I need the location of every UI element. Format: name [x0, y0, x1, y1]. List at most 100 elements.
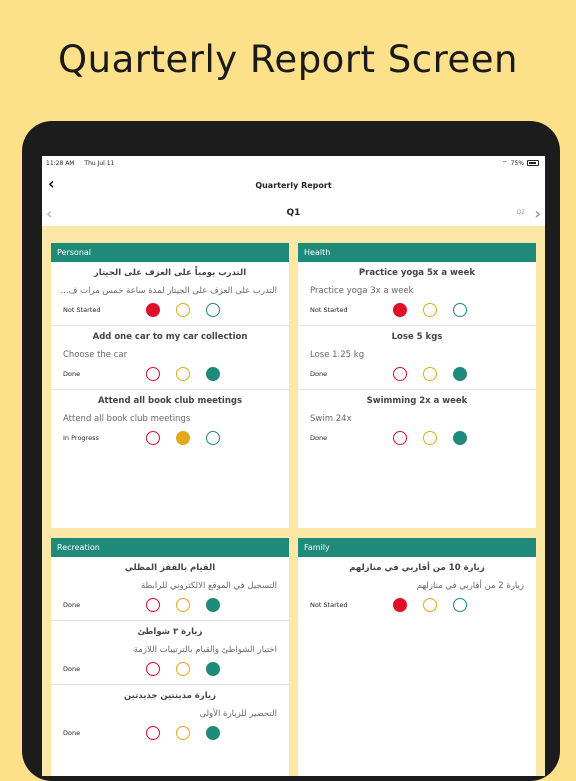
- done-dot[interactable]: [453, 303, 467, 317]
- goal-subtask: اختيار الشواطئ والقيام بالترتيبات اللازم…: [133, 645, 277, 655]
- panel-header: Recreation: [51, 538, 289, 557]
- done-dot[interactable]: [206, 598, 220, 612]
- goal-item[interactable]: القيام بالقفز المظلي التسجيل في الموقع ال…: [51, 557, 289, 621]
- goal-status-row: Done: [51, 660, 289, 678]
- panel-personal: Personal التدرب يومياً على العزف على الجي…: [51, 243, 289, 528]
- goal-title: زيارة مدينتين جديدتين: [124, 691, 216, 701]
- tablet-side-button-1: [554, 160, 560, 180]
- prev-quarter-icon[interactable]: ‹: [46, 204, 53, 223]
- headline: Quarterly Report Screen: [58, 38, 518, 81]
- goal-status-row: Not Started: [298, 596, 536, 614]
- in-progress-dot[interactable]: [423, 431, 437, 445]
- not-started-dot[interactable]: [393, 367, 407, 381]
- status-label: Done: [310, 434, 328, 442]
- goal-item[interactable]: Practice yoga 5x a week Practice yoga 3x …: [298, 262, 536, 326]
- current-quarter: Q1: [286, 208, 301, 218]
- goal-subtask: Attend all book club meetings: [63, 414, 191, 424]
- goal-status-row: Done: [298, 365, 536, 383]
- in-progress-dot[interactable]: [423, 303, 437, 317]
- status-date: Thu Jul 11: [84, 159, 115, 167]
- panel-header: Family: [298, 538, 536, 557]
- not-started-dot[interactable]: [146, 303, 160, 317]
- in-progress-dot[interactable]: [176, 367, 190, 381]
- goal-title: Practice yoga 5x a week: [358, 268, 476, 278]
- status-label: Not Started: [310, 306, 348, 314]
- status-label: In Progress: [63, 434, 99, 442]
- not-started-dot[interactable]: [146, 598, 160, 612]
- not-started-dot[interactable]: [146, 662, 160, 676]
- goal-title: Add one car to my car collection: [92, 332, 248, 342]
- tablet-side-button-2: [554, 186, 560, 206]
- page-title: Quarterly Report: [255, 180, 332, 190]
- goal-status-row: Done: [51, 724, 289, 742]
- in-progress-dot[interactable]: [423, 367, 437, 381]
- panel-header: Personal: [51, 243, 289, 262]
- goal-item[interactable]: زيارة 10 من أقاربي في منازلهم زيارة 2 من …: [298, 557, 536, 620]
- done-dot[interactable]: [206, 367, 220, 381]
- goal-status-row: Done: [298, 429, 536, 447]
- back-icon[interactable]: ‹: [48, 176, 55, 192]
- goal-status-row: In Progress: [51, 429, 289, 447]
- status-label: Not Started: [310, 601, 348, 609]
- not-started-dot[interactable]: [393, 431, 407, 445]
- goal-title: زيارة ٣ شواطئ: [137, 627, 203, 637]
- status-label: Done: [63, 601, 81, 609]
- goal-subtask: Choose the car: [63, 350, 128, 360]
- goal-status-row: Done: [51, 596, 289, 614]
- status-bar: 11:28 AM Thu Jul 11 ⌔ 75%: [42, 156, 545, 170]
- status-label: Not Started: [63, 306, 101, 314]
- goal-item[interactable]: التدرب يومياً على العزف على الجيتار التدر…: [51, 262, 289, 326]
- done-dot[interactable]: [453, 598, 467, 612]
- done-dot[interactable]: [206, 662, 220, 676]
- not-started-dot[interactable]: [146, 367, 160, 381]
- not-started-dot[interactable]: [146, 431, 160, 445]
- in-progress-dot[interactable]: [176, 431, 190, 445]
- app-screen: 11:28 AM Thu Jul 11 ⌔ 75% ‹ Quarterly Re…: [42, 156, 545, 776]
- goal-item[interactable]: زيارة ٣ شواطئ اختيار الشواطئ والقيام بالت…: [51, 621, 289, 685]
- goal-item[interactable]: Attend all book club meetings Attend all …: [51, 390, 289, 453]
- quarter-selector: ‹ Q1 Q2 ›: [42, 200, 545, 226]
- in-progress-dot[interactable]: [176, 598, 190, 612]
- goal-title: زيارة 10 من أقاربي في منازلهم: [349, 563, 485, 573]
- goal-title: Swimming 2x a week: [366, 396, 468, 406]
- in-progress-dot[interactable]: [176, 303, 190, 317]
- in-progress-dot[interactable]: [176, 662, 190, 676]
- not-started-dot[interactable]: [146, 726, 160, 740]
- goal-subtask: التسجيل في الموقع الالكتروني للرابطة: [140, 581, 277, 591]
- panel-family: Family زيارة 10 من أقاربي في منازلهم زيارة…: [298, 538, 536, 776]
- goal-subtask: Practice yoga 3x a week: [310, 286, 414, 296]
- not-started-dot[interactable]: [393, 303, 407, 317]
- goal-subtask: التحضير للزيارة الأولى: [199, 709, 277, 719]
- goal-item[interactable]: Swimming 2x a week Swim 24x Done: [298, 390, 536, 453]
- panel-health: Health Practice yoga 5x a week Practice yo…: [298, 243, 536, 528]
- goal-title: التدرب يومياً على العزف على الجيتار: [93, 268, 247, 278]
- done-dot[interactable]: [453, 367, 467, 381]
- panels-area: Personal التدرب يومياً على العزف على الجي…: [42, 226, 545, 776]
- goal-title: القيام بالقفز المظلي: [124, 563, 216, 573]
- status-label: Done: [310, 370, 328, 378]
- done-dot[interactable]: [206, 431, 220, 445]
- goal-item[interactable]: Add one car to my car collection Choose t…: [51, 326, 289, 390]
- wifi-icon: ⌔: [502, 160, 508, 167]
- not-started-dot[interactable]: [393, 598, 407, 612]
- goal-subtask: Swim 24x: [310, 414, 352, 424]
- panel-header: Health: [298, 243, 536, 262]
- done-dot[interactable]: [206, 303, 220, 317]
- nav-bar: ‹ Quarterly Report: [42, 170, 545, 200]
- done-dot[interactable]: [206, 726, 220, 740]
- panel-recreation: Recreation القيام بالقفز المظلي التسجيل في…: [51, 538, 289, 776]
- done-dot[interactable]: [453, 431, 467, 445]
- in-progress-dot[interactable]: [423, 598, 437, 612]
- status-label: Done: [63, 665, 81, 673]
- status-time: 11:28 AM: [46, 159, 75, 167]
- goal-item[interactable]: زيارة مدينتين جديدتين التحضير للزيارة الأ…: [51, 685, 289, 748]
- next-quarter-label[interactable]: Q2: [516, 209, 525, 216]
- status-label: Done: [63, 729, 81, 737]
- goal-title: Lose 5 kgs: [391, 332, 443, 342]
- goal-subtask: زيارة 2 من أقاربي في منازلهم: [416, 581, 524, 591]
- goal-item[interactable]: Lose 5 kgs Lose 1.25 kg Done: [298, 326, 536, 390]
- in-progress-dot[interactable]: [176, 726, 190, 740]
- battery-percent: 75%: [510, 159, 524, 167]
- next-quarter-icon[interactable]: ›: [534, 204, 541, 223]
- goal-subtask: Lose 1.25 kg: [310, 350, 365, 360]
